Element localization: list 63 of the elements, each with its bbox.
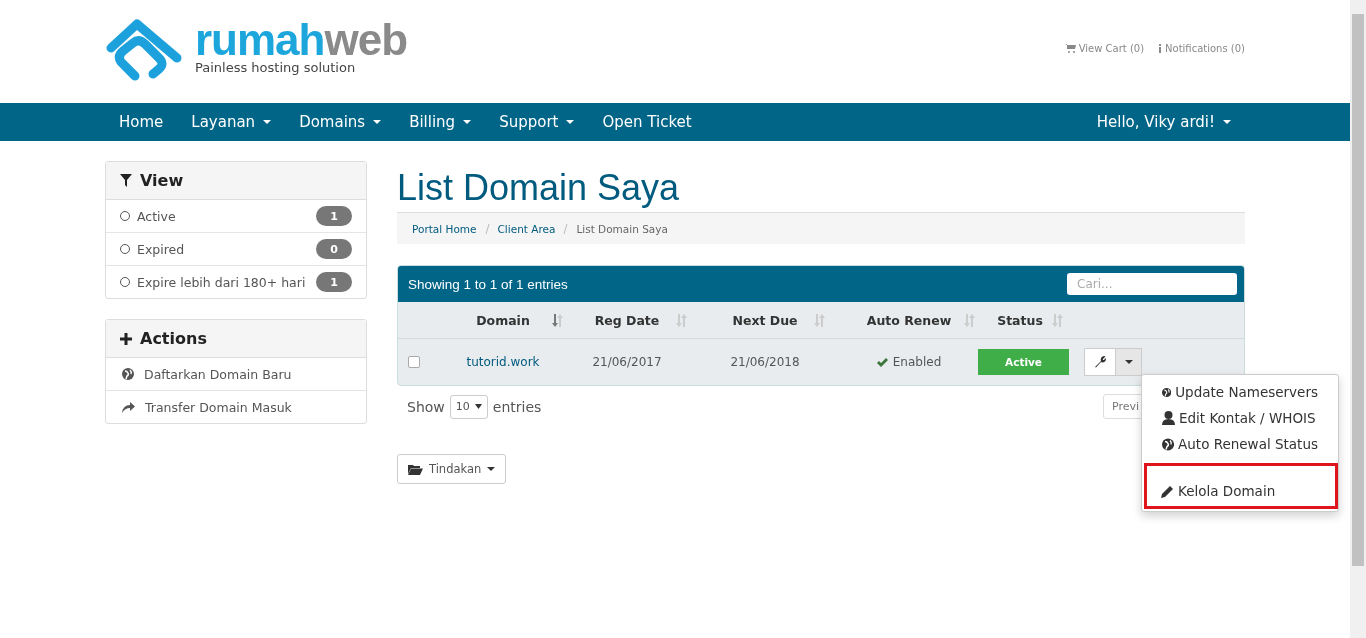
nav-item[interactable]: Layanan [177, 113, 286, 131]
column-header[interactable]: Status [988, 312, 1052, 328]
show-label: Show [407, 398, 445, 415]
globe-icon [122, 368, 134, 380]
filter-label: Active [137, 208, 177, 224]
filter-label: Expired [137, 241, 186, 257]
filter-item[interactable]: Expire lebih dari 180+ hari 1 [106, 265, 366, 298]
count-badge: 0 [316, 239, 352, 259]
menu-item[interactable]: Kelola Domain [1147, 478, 1296, 504]
filter-item[interactable]: Expired 0 [106, 232, 366, 265]
entries-label: entries [492, 398, 542, 415]
top-link[interactable]: Notifications (0) [1158, 14, 1245, 82]
wrench-icon [1094, 356, 1106, 368]
action-item[interactable]: Daftarkan Domain Baru [106, 358, 366, 390]
auto-renew-cell: Enabled [854, 355, 964, 369]
domain-link[interactable]: tutorid.work [454, 355, 552, 369]
entries-info: Showing 1 to 1 of 1 entries [408, 276, 568, 292]
pencil-icon [1161, 484, 1174, 498]
manage-button[interactable] [1084, 348, 1116, 376]
nav-item[interactable]: Home [105, 113, 178, 131]
count-badge: 1 [316, 272, 352, 292]
panel-title: Actions [140, 329, 207, 348]
panel-title: View [140, 171, 184, 190]
entries-select[interactable]: 10 [449, 394, 488, 419]
table-cell-text: 21/06/2018 [729, 355, 801, 369]
user-menu[interactable]: Hello, Viky ardi! [1082, 113, 1245, 131]
user-icon [1162, 411, 1175, 425]
scrollbar[interactable] [1350, 0, 1366, 638]
info-icon [1158, 43, 1163, 53]
filter-item[interactable]: Active 1 [106, 200, 366, 232]
nav-item[interactable]: Open Ticket [588, 113, 706, 131]
search-field[interactable]: Cari... [1067, 273, 1237, 295]
table-cell-text: 21/06/2017 [591, 355, 663, 369]
plus-icon [120, 332, 132, 345]
nav-item[interactable]: Support [485, 113, 589, 131]
column-header[interactable]: Next Due [716, 312, 814, 328]
caret-icon [474, 404, 482, 409]
tagline: Painless hosting solution [195, 60, 357, 75]
breadcrumb-link[interactable]: Portal Home [412, 222, 477, 235]
status-badge: Active [978, 349, 1069, 375]
globe-icon [1162, 385, 1172, 399]
globe-icon [1162, 437, 1175, 451]
top-link[interactable]: View Cart (0) [1064, 14, 1145, 82]
filter-icon [120, 174, 132, 187]
dropdown-toggle[interactable] [1116, 348, 1142, 376]
breadcrumb-separator [563, 223, 569, 234]
folder-icon [408, 463, 423, 475]
column-header[interactable]: Reg Date [578, 312, 676, 328]
share-arrow-icon [122, 401, 135, 413]
breadcrumb-current: List Domain Saya [576, 222, 668, 235]
tindakan-button[interactable]: Tindakan [397, 454, 507, 484]
column-header[interactable]: Domain [454, 312, 552, 328]
count-badge: 1 [316, 206, 352, 226]
breadcrumb-separator [484, 223, 490, 234]
filter-label: Expire lebih dari 180+ hari [137, 274, 307, 290]
action-item[interactable]: Transfer Domain Masuk [106, 390, 366, 423]
nav-item[interactable]: Domains [285, 113, 396, 131]
breadcrumb-link[interactable]: Client Area [497, 222, 556, 235]
column-header[interactable]: Auto Renew [854, 312, 964, 328]
menu-item[interactable]: Auto Renewal Status [1142, 431, 1338, 457]
cart-icon [1064, 43, 1076, 53]
row-checkbox[interactable] [408, 356, 420, 368]
nav-item[interactable]: Billing [395, 113, 486, 131]
